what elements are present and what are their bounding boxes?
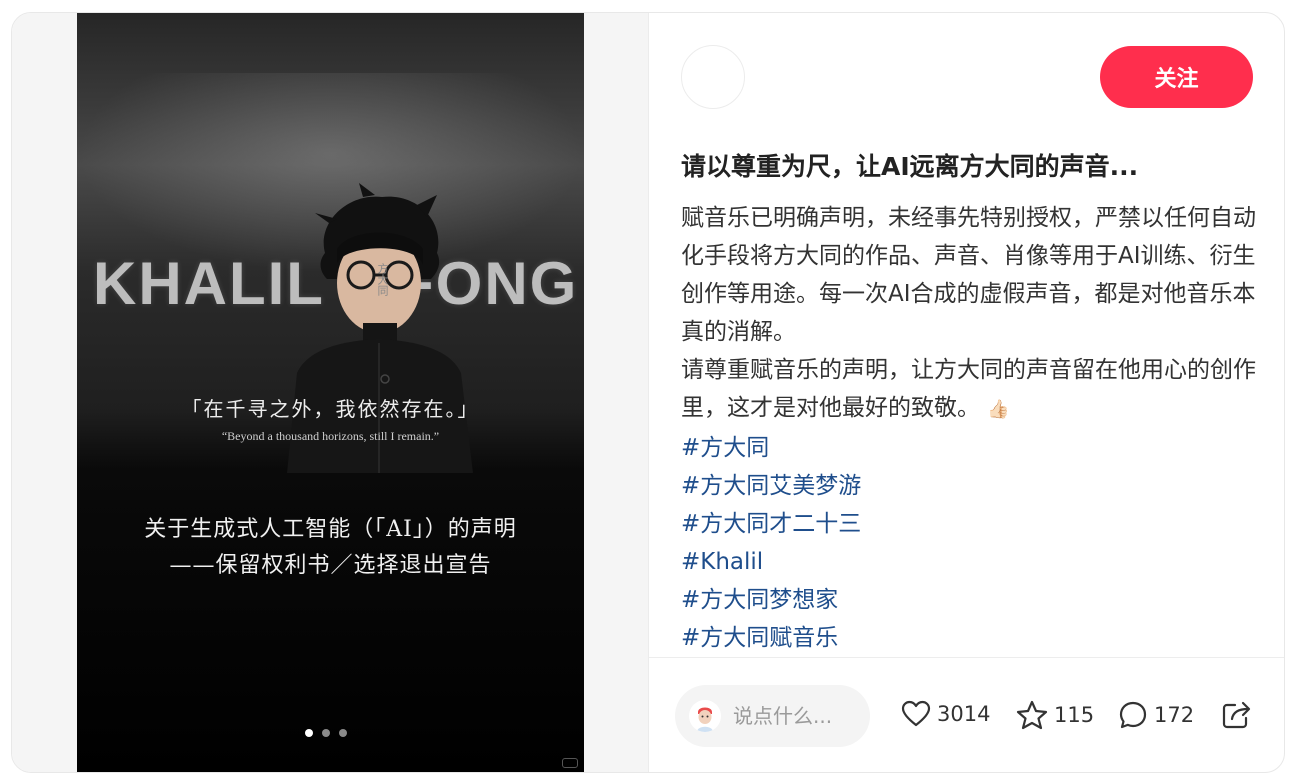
media-panel: KHALIL FONG 方大同 「在千寻之外，我依然存在。」 “Beyond a…: [12, 13, 649, 772]
hashtag-link[interactable]: #方大同: [681, 429, 1256, 467]
poster-image[interactable]: KHALIL FONG 方大同 「在千寻之外，我依然存在。」 “Beyond a…: [77, 13, 584, 772]
post-title: 请以尊重为尺，让AI远离方大同的声音...: [681, 152, 1139, 181]
carousel-dot-2[interactable]: [322, 729, 330, 737]
heart-icon: [901, 700, 931, 727]
user-avatar: [689, 700, 721, 732]
poster-quote-english: “Beyond a thousand horizons, still I rem…: [221, 429, 440, 443]
favorite-button[interactable]: 115: [1016, 700, 1094, 730]
like-button[interactable]: 3014: [901, 700, 990, 728]
hashtag-link[interactable]: #Khalil: [681, 543, 1256, 581]
post-body-paragraph-2: 请尊重赋音乐的声明，让方大同的声音留在他用心的创作里，这才是对他最好的致敬。 👍…: [681, 351, 1256, 429]
user-avatar-icon: [689, 700, 721, 732]
comment-input[interactable]: [733, 704, 853, 728]
hashtag-link[interactable]: #方大同梦想家: [681, 581, 1256, 619]
comment-count: 172: [1154, 703, 1195, 727]
poster-statement-line2: ——保留权利书／选择退出宣告: [169, 553, 492, 578]
divider: [649, 657, 1284, 658]
poster-quote-chinese: 「在千寻之外，我依然存在。」: [181, 397, 480, 421]
comment-button[interactable]: 172: [1118, 700, 1194, 730]
carousel-dot-1[interactable]: [305, 729, 313, 737]
live-photo-icon: [562, 758, 578, 768]
hashtag-link[interactable]: #方大同赋音乐: [681, 619, 1256, 657]
comment-box[interactable]: [675, 685, 870, 747]
share-button[interactable]: [1221, 700, 1253, 730]
follow-button[interactable]: 关注: [1100, 46, 1253, 108]
post-info-panel: 关注 请以尊重为尺，让AI远离方大同的声音... 赋音乐已明确声明，未经事先特别…: [649, 13, 1284, 772]
share-icon: [1222, 701, 1251, 729]
hashtag-link[interactable]: #方大同艾美梦游: [681, 467, 1256, 505]
author-avatar[interactable]: [681, 45, 745, 109]
carousel-indicator: [305, 729, 347, 737]
comment-bubble-icon: [1119, 701, 1147, 729]
hashtag-link[interactable]: #方大同才二十三: [681, 505, 1256, 543]
thumbs-up-icon: 👍🏻: [987, 399, 1010, 420]
post-card: KHALIL FONG 方大同 「在千寻之外，我依然存在。」 “Beyond a…: [11, 12, 1285, 773]
post-body-paragraph-1: 赋音乐已明确声明，未经事先特别授权，严禁以任何自动化手段将方大同的作品、声音、肖…: [681, 205, 1256, 345]
like-count: 3014: [937, 702, 991, 726]
poster-vertical-name: 方大同: [376, 263, 389, 296]
poster-statement-line1: 关于生成式人工智能（「AI」）的声明: [144, 517, 517, 542]
favorite-count: 115: [1054, 703, 1095, 727]
carousel-dot-3[interactable]: [339, 729, 347, 737]
star-icon: [1016, 700, 1048, 730]
post-body-paragraph-2-text: 请尊重赋音乐的声明，让方大同的声音留在他用心的创作里，这才是对他最好的致敬。: [681, 357, 1256, 421]
post-body: 赋音乐已明确声明，未经事先特别授权，严禁以任何自动化手段将方大同的作品、声音、肖…: [681, 199, 1256, 657]
